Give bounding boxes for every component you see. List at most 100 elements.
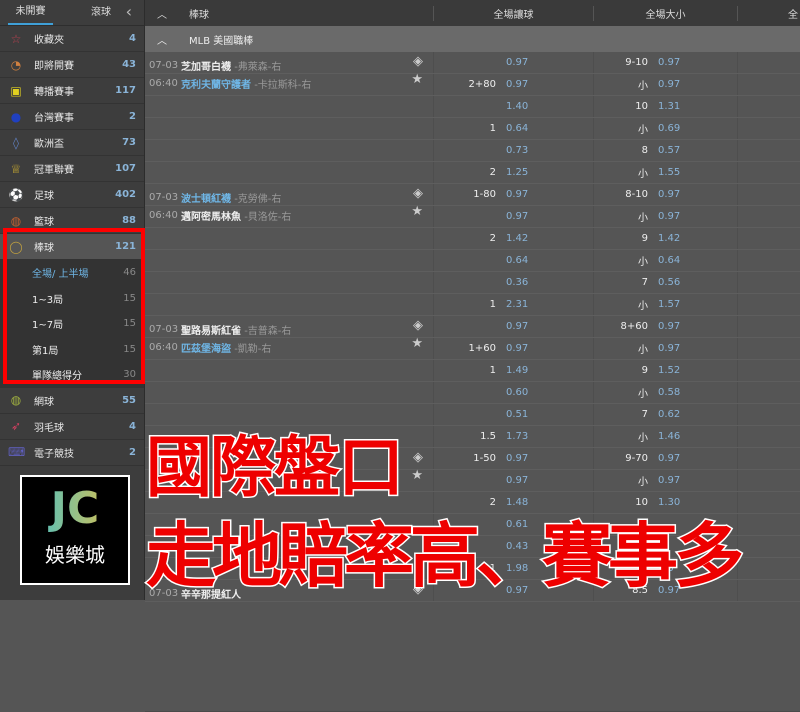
taiwan-flag-icon: ● bbox=[10, 109, 22, 124]
away-team[interactable]: 匹茲堡海盜 bbox=[181, 340, 231, 355]
star-icon: ☆ bbox=[10, 31, 22, 46]
handicap-cell[interactable]: 0.73 bbox=[433, 140, 593, 161]
handicap-cell[interactable]: 1-50 0.97 bbox=[433, 448, 593, 469]
total-cell[interactable]: 小 0.97 bbox=[593, 74, 737, 95]
handicap-cell[interactable]: 1 0.64 bbox=[433, 118, 593, 139]
handicap-line: 1 bbox=[489, 123, 496, 134]
handicap-cell[interactable]: 0.97 bbox=[433, 470, 593, 491]
total-cell[interactable]: 小 0.97 bbox=[593, 338, 737, 359]
favorite-star-icon[interactable]: ★ bbox=[411, 72, 423, 87]
sidebar-item[interactable]: ➶ 羽毛球 4 bbox=[0, 414, 144, 440]
sidebar-item[interactable]: ◍ 網球 55 bbox=[0, 388, 144, 414]
favorite-star-icon[interactable]: ★ bbox=[411, 336, 423, 351]
tv-icon: ▣ bbox=[10, 83, 22, 98]
total-cell[interactable]: 小 0.64 bbox=[593, 250, 737, 271]
odds-row: 2 1.25 小 1.55 bbox=[145, 162, 800, 184]
handicap-cell[interactable]: 0.97 bbox=[433, 316, 593, 337]
favorite-star-icon[interactable]: ★ bbox=[411, 204, 423, 219]
handicap-odds: 1.42 bbox=[506, 233, 529, 244]
total-cell[interactable]: 小 0.69 bbox=[593, 118, 737, 139]
league-row[interactable]: ︿ MLB 美國職棒 bbox=[145, 26, 800, 52]
total-cell[interactable]: 9 1.42 bbox=[593, 228, 737, 249]
stats-field-icon[interactable]: ◈ bbox=[413, 318, 423, 333]
total-cell[interactable]: 小 0.58 bbox=[593, 382, 737, 403]
sidebar-item[interactable]: ● 台灣賽事 2 bbox=[0, 104, 144, 130]
away-team[interactable]: 克利夫蘭守護者 bbox=[181, 76, 251, 91]
away-team[interactable]: 邁阿密馬林魚 bbox=[181, 208, 241, 223]
favorite-star-icon[interactable]: ★ bbox=[411, 468, 423, 483]
collapse-icon[interactable]: ︿ bbox=[157, 6, 167, 21]
handicap-cell[interactable]: 1.40 bbox=[433, 96, 593, 117]
home-team[interactable]: 波士頓紅襪 bbox=[181, 190, 231, 205]
handicap-cell[interactable]: 1.5 1.73 bbox=[433, 426, 593, 447]
handicap-cell[interactable]: 0.97 bbox=[433, 52, 593, 73]
handicap-odds: 0.64 bbox=[506, 255, 529, 266]
total-cell[interactable]: 8+60 0.97 bbox=[593, 316, 737, 337]
handicap-cell[interactable]: 0.64 bbox=[433, 250, 593, 271]
total-line: 小 bbox=[638, 81, 648, 92]
collapse-chevron-icon[interactable]: ‹ bbox=[126, 2, 132, 21]
handicap-cell[interactable]: 2 1.42 bbox=[433, 228, 593, 249]
collapse-icon[interactable]: ︿ bbox=[157, 32, 167, 47]
handicap-cell[interactable]: 1+60 0.97 bbox=[433, 338, 593, 359]
stats-field-icon[interactable]: ◈ bbox=[413, 186, 423, 201]
sport-title: 棒球 bbox=[189, 9, 209, 21]
sidebar-item-label: 籃球 bbox=[34, 217, 54, 228]
total-line: 8+60 bbox=[620, 321, 648, 332]
handicap-cell[interactable]: 0.60 bbox=[433, 382, 593, 403]
handicap-odds: 0.97 bbox=[506, 79, 529, 90]
total-odds: 0.97 bbox=[658, 189, 681, 200]
handicap-cell[interactable]: 2+80 0.97 bbox=[433, 74, 593, 95]
total-cell[interactable]: 10 1.31 bbox=[593, 96, 737, 117]
badminton-icon: ➶ bbox=[10, 419, 22, 433]
stats-field-icon[interactable]: ◈ bbox=[413, 54, 423, 69]
match-info: 07-03 聖路易斯紅雀 -吉普森-右 06:40 匹茲堡海盜 -凱勒-右 ◈ ★ bbox=[145, 316, 433, 360]
sidebar-item-count: 43 bbox=[122, 59, 136, 70]
sidebar-item[interactable]: ⌨ 電子競技 2 bbox=[0, 440, 144, 466]
tab-live[interactable]: 滾球 bbox=[71, 0, 131, 26]
handicap-odds: 0.97 bbox=[506, 321, 529, 332]
total-cell[interactable]: 9-70 0.97 bbox=[593, 448, 737, 469]
sidebar-item-count: 4 bbox=[129, 33, 136, 44]
total-cell[interactable]: 8 0.57 bbox=[593, 140, 737, 161]
sidebar-item[interactable]: ⚽ 足球 402 bbox=[0, 182, 144, 208]
total-cell[interactable]: 7 0.56 bbox=[593, 272, 737, 293]
match-time: 06:40 bbox=[149, 341, 178, 353]
handicap-cell[interactable]: 1-80 0.97 bbox=[433, 184, 593, 205]
sidebar-item[interactable]: ☆ 收藏夾 4 bbox=[0, 26, 144, 52]
home-pitcher: -吉普森-右 bbox=[244, 325, 292, 337]
total-line: 小 bbox=[638, 301, 648, 312]
total-cell[interactable]: 小 1.55 bbox=[593, 162, 737, 183]
handicap-cell[interactable]: 1 2.31 bbox=[433, 294, 593, 315]
total-cell[interactable]: 7 0.62 bbox=[593, 404, 737, 425]
sidebar-item[interactable]: ◊ 歐洲盃 73 bbox=[0, 130, 144, 156]
total-cell[interactable]: 小 0.97 bbox=[593, 470, 737, 491]
sidebar-item[interactable]: ▣ 轉播賽事 117 bbox=[0, 78, 144, 104]
trophy-icon: ◊ bbox=[13, 135, 19, 150]
tab-upcoming[interactable]: 未開賽 bbox=[8, 1, 53, 25]
total-cell[interactable]: 9 1.52 bbox=[593, 360, 737, 381]
away-pitcher: -卡拉斯科-右 bbox=[254, 79, 312, 91]
handicap-cell[interactable]: 2 1.25 bbox=[433, 162, 593, 183]
total-cell[interactable]: 8-10 0.97 bbox=[593, 184, 737, 205]
empty-cell bbox=[737, 206, 800, 227]
handicap-cell[interactable]: 0.97 bbox=[433, 206, 593, 227]
handicap-cell[interactable]: 1 1.49 bbox=[433, 360, 593, 381]
clock-icon: ◔ bbox=[10, 57, 22, 72]
total-cell[interactable]: 9-10 0.97 bbox=[593, 52, 737, 73]
sidebar-item[interactable]: ♕ 冠軍聯賽 107 bbox=[0, 156, 144, 182]
stats-field-icon[interactable]: ◈ bbox=[413, 450, 423, 465]
logo-mark: JC bbox=[22, 483, 128, 535]
home-team[interactable]: 芝加哥白襪 bbox=[181, 58, 231, 73]
sidebar-item[interactable]: ◔ 即將開賽 43 bbox=[0, 52, 144, 78]
total-cell[interactable]: 小 1.57 bbox=[593, 294, 737, 315]
total-cell[interactable]: 小 1.46 bbox=[593, 426, 737, 447]
empty-cell bbox=[737, 426, 800, 447]
total-line: 8-10 bbox=[625, 189, 648, 200]
handicap-cell[interactable]: 0.51 bbox=[433, 404, 593, 425]
odds-row: 0.64 小 0.64 bbox=[145, 250, 800, 272]
handicap-cell[interactable]: 0.36 bbox=[433, 272, 593, 293]
home-team[interactable]: 聖路易斯紅雀 bbox=[181, 322, 241, 337]
total-cell[interactable]: 小 0.97 bbox=[593, 206, 737, 227]
league-name: MLB 美國職棒 bbox=[189, 35, 254, 47]
